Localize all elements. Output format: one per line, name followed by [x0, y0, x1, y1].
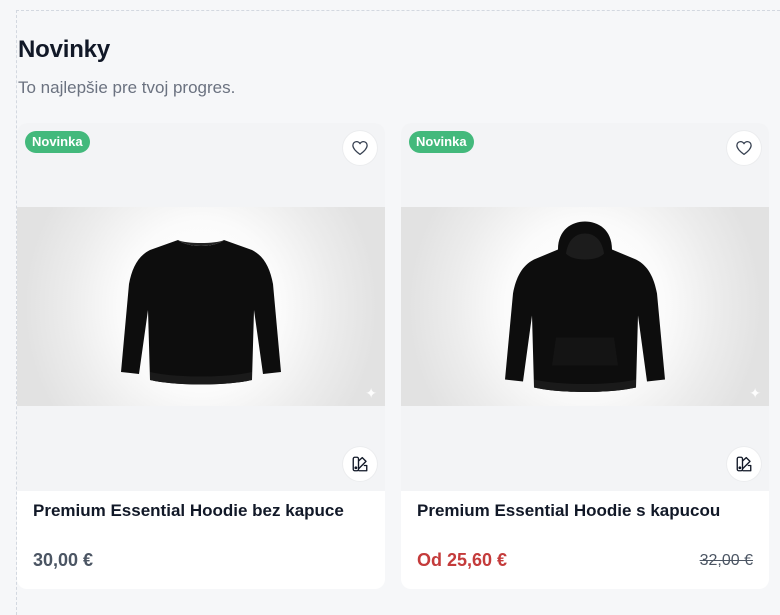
- variants-button[interactable]: [727, 447, 761, 481]
- sparkle-icon: ✦: [365, 385, 377, 401]
- favorite-button[interactable]: [727, 131, 761, 165]
- sparkle-icon: ✦: [749, 385, 761, 401]
- product-price: 30,00 €: [33, 550, 94, 570]
- new-badge: Novinka: [25, 131, 90, 153]
- variants-button[interactable]: [343, 447, 377, 481]
- product-photo[interactable]: ✦: [17, 207, 385, 406]
- crewneck-sweatshirt-image: [121, 239, 281, 384]
- product-name[interactable]: Premium Essential Hoodie bez kapuce: [33, 501, 369, 521]
- product-image-area[interactable]: ✦: [17, 123, 385, 491]
- hooded-sweatshirt-image: [505, 221, 665, 392]
- product-sale-price: Od 25,60 €: [417, 550, 508, 570]
- product-photo[interactable]: ✦: [401, 207, 769, 406]
- favorite-button[interactable]: [343, 131, 377, 165]
- section-title: Novinky: [18, 36, 110, 63]
- section-subtitle: To najlepšie pre tvoj progres.: [18, 78, 236, 97]
- product-name[interactable]: Premium Essential Hoodie s kapucou: [417, 501, 753, 521]
- heart-icon: [736, 140, 752, 156]
- product-image-area[interactable]: ✦: [401, 123, 769, 491]
- heart-icon: [352, 140, 368, 156]
- product-card[interactable]: ✦ Novinka Premium Essential Hoodie bez k…: [17, 123, 385, 589]
- color-swatch-icon: [352, 456, 368, 472]
- product-card[interactable]: ✦ Novinka Premium Essential Hoodie s kap…: [401, 123, 769, 589]
- new-badge: Novinka: [409, 131, 474, 153]
- color-swatch-icon: [736, 456, 752, 472]
- product-original-price: 32,00 €: [699, 552, 753, 569]
